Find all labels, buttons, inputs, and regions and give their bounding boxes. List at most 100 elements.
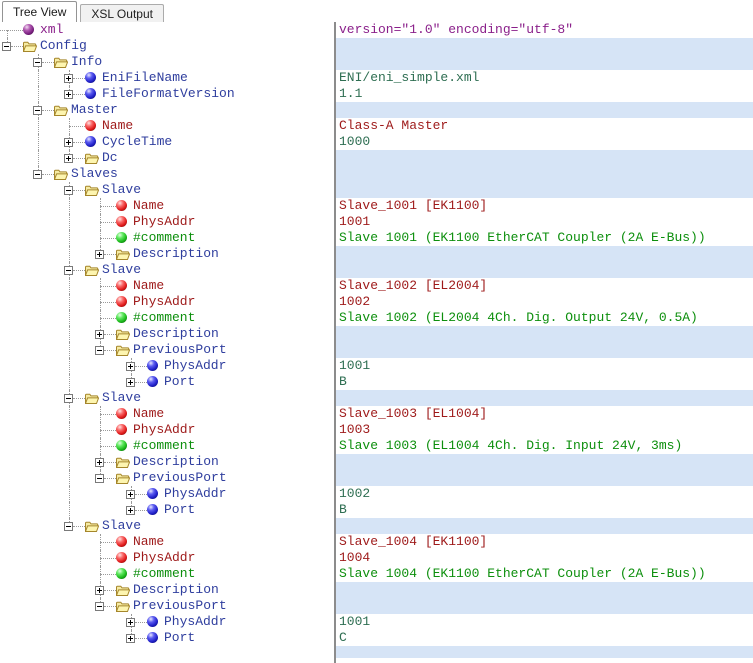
collapse-toggle-icon[interactable] — [95, 474, 104, 483]
expand-toggle-icon[interactable] — [64, 74, 73, 83]
tree-node-comment-row[interactable]: #comment — [0, 230, 334, 246]
tree-node-info-row[interactable]: Info — [0, 54, 334, 70]
tab-xsl-output[interactable]: XSL Output — [80, 4, 164, 22]
tree-node-label[interactable]: PreviousPort — [133, 470, 227, 486]
tree-node-label[interactable]: Slave — [102, 182, 141, 198]
collapse-toggle-icon[interactable] — [33, 58, 42, 67]
value-row[interactable]: Slave 1002 (EL2004 4Ch. Dig. Output 24V,… — [336, 310, 753, 326]
value-row[interactable]: ENI/eni_simple.xml — [336, 70, 753, 86]
tree-node-label[interactable]: Name — [133, 198, 164, 214]
collapse-toggle-icon[interactable] — [2, 42, 11, 51]
tree-node-label[interactable]: Description — [133, 326, 219, 342]
tree-node-physaddr-row[interactable]: PhysAddr — [0, 422, 334, 438]
tree-node-previousport-row[interactable]: PreviousPort — [0, 342, 334, 358]
tree-node-config-row[interactable]: Config — [0, 38, 334, 54]
tree-node-previousport-row[interactable]: PreviousPort — [0, 598, 334, 614]
tree-node-slave-row[interactable]: Slave — [0, 262, 334, 278]
tree-node-label[interactable]: Port — [164, 630, 195, 646]
collapse-toggle-icon[interactable] — [33, 106, 42, 115]
value-row[interactable] — [336, 342, 753, 358]
tree-node-label[interactable]: Dc — [102, 150, 118, 166]
tree-node-fileformatversion-row[interactable]: FileFormatVersion — [0, 86, 334, 102]
tree-node-label[interactable]: Port — [164, 374, 195, 390]
tree-node-comment-row[interactable]: #comment — [0, 438, 334, 454]
tree-node-xml-row[interactable]: xml — [0, 22, 334, 38]
collapse-toggle-icon[interactable] — [95, 602, 104, 611]
tree-node-label[interactable]: Port — [164, 502, 195, 518]
value-row[interactable]: Slave_1001 [EK1100] — [336, 198, 753, 214]
tree-node-slave-row[interactable]: Slave — [0, 390, 334, 406]
value-row[interactable] — [336, 54, 753, 70]
value-row[interactable]: C — [336, 630, 753, 646]
tree-node-slave-row[interactable]: Slave — [0, 518, 334, 534]
value-row[interactable]: 1004 — [336, 550, 753, 566]
tree-node-label[interactable]: CycleTime — [102, 134, 172, 150]
tree-node-label[interactable]: PhysAddr — [164, 614, 226, 630]
tree-node-description-row[interactable]: Description — [0, 454, 334, 470]
expand-toggle-icon[interactable] — [126, 618, 135, 627]
value-row[interactable]: Slave 1001 (EK1100 EtherCAT Coupler (2A … — [336, 230, 753, 246]
value-row[interactable] — [336, 326, 753, 342]
value-row[interactable] — [336, 166, 753, 182]
tree-node-label[interactable]: Description — [133, 582, 219, 598]
tree-node-label[interactable]: Master — [71, 102, 118, 118]
expand-toggle-icon[interactable] — [126, 378, 135, 387]
expand-toggle-icon[interactable] — [95, 586, 104, 595]
tree-node-name-row[interactable]: Name — [0, 198, 334, 214]
expand-toggle-icon[interactable] — [64, 154, 73, 163]
tree-node-label[interactable]: Slave — [102, 390, 141, 406]
expand-toggle-icon[interactable] — [126, 362, 135, 371]
tree-node-name-row[interactable]: Name — [0, 118, 334, 134]
tree-node-name-row[interactable]: Name — [0, 406, 334, 422]
value-row[interactable]: Slave_1003 [EL1004] — [336, 406, 753, 422]
value-row[interactable] — [336, 454, 753, 470]
tree-node-label[interactable]: FileFormatVersion — [102, 86, 235, 102]
value-row[interactable]: version="1.0" encoding="utf-8" — [336, 22, 753, 38]
tree-node-label[interactable]: Slave — [102, 518, 141, 534]
tree-node-label[interactable]: #comment — [133, 438, 195, 454]
tree-node-label[interactable]: PhysAddr — [133, 214, 195, 230]
value-row[interactable]: Slave 1003 (EL1004 4Ch. Dig. Input 24V, … — [336, 438, 753, 454]
tree-node-label[interactable]: PreviousPort — [133, 342, 227, 358]
tree-node-physaddr-row[interactable]: PhysAddr — [0, 614, 334, 630]
value-row[interactable] — [336, 246, 753, 262]
tree-node-label[interactable]: xml — [40, 22, 63, 38]
value-row[interactable]: 1001 — [336, 614, 753, 630]
value-row[interactable]: Slave_1004 [EK1100] — [336, 534, 753, 550]
tree-node-physaddr-row[interactable]: PhysAddr — [0, 486, 334, 502]
collapse-toggle-icon[interactable] — [33, 170, 42, 179]
tree-node-comment-row[interactable]: #comment — [0, 310, 334, 326]
collapse-toggle-icon[interactable] — [64, 394, 73, 403]
tree-node-master-row[interactable]: Master — [0, 102, 334, 118]
tree-node-label[interactable]: PhysAddr — [133, 550, 195, 566]
tree-node-label[interactable]: PhysAddr — [164, 358, 226, 374]
tree-node-port-row[interactable]: Port — [0, 630, 334, 646]
tab-tree-view[interactable]: Tree View — [2, 1, 78, 22]
expand-toggle-icon[interactable] — [126, 634, 135, 643]
tree-node-label[interactable]: Name — [133, 406, 164, 422]
tree-node-label[interactable]: #comment — [133, 310, 195, 326]
tree-node-enifilename-row[interactable]: EniFileName — [0, 70, 334, 86]
tree-node-physaddr-row[interactable]: PhysAddr — [0, 550, 334, 566]
tree-node-label[interactable]: Name — [102, 118, 133, 134]
tree-node-label[interactable]: Slaves — [71, 166, 118, 182]
tree-node-label[interactable]: PhysAddr — [133, 294, 195, 310]
tree-node-description-row[interactable]: Description — [0, 246, 334, 262]
tree-node-label[interactable]: EniFileName — [102, 70, 188, 86]
value-row[interactable]: B — [336, 374, 753, 390]
expand-toggle-icon[interactable] — [126, 506, 135, 515]
value-row[interactable]: 1.1 — [336, 86, 753, 102]
tree-node-label[interactable]: Name — [133, 534, 164, 550]
tree-node-name-row[interactable]: Name — [0, 534, 334, 550]
collapse-toggle-icon[interactable] — [64, 522, 73, 531]
value-row[interactable]: 1001 — [336, 214, 753, 230]
tree-node-description-row[interactable]: Description — [0, 326, 334, 342]
tree-node-label[interactable]: PreviousPort — [133, 598, 227, 614]
tree-node-physaddr-row[interactable]: PhysAddr — [0, 294, 334, 310]
tree-node-label[interactable]: Description — [133, 246, 219, 262]
tree-node-port-row[interactable]: Port — [0, 374, 334, 390]
value-row[interactable] — [336, 182, 753, 198]
tree-node-label[interactable]: Config — [40, 38, 87, 54]
expand-toggle-icon[interactable] — [64, 90, 73, 99]
value-row[interactable] — [336, 470, 753, 486]
